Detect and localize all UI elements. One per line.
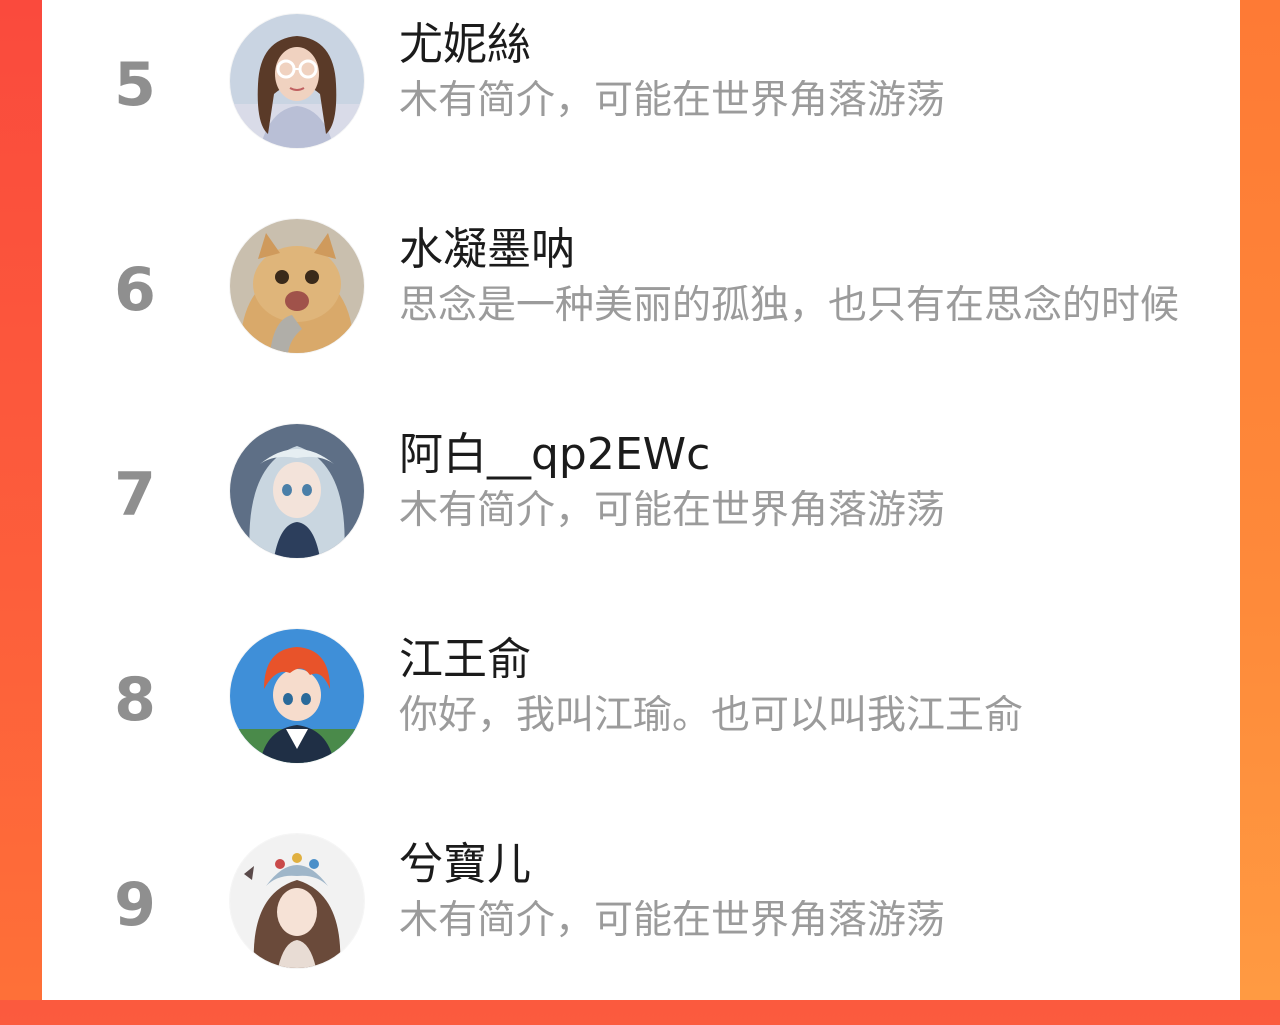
rank-number: 6: [114, 255, 156, 325]
leaderboard-row[interactable]: 7 阿白__qp2EWc 木有简介，可能在世界角落游荡: [42, 410, 1240, 615]
user-bio: 木有简介，可能在世界角落游荡: [399, 900, 946, 943]
orange-cat-avatar-icon[interactable]: [230, 219, 364, 353]
user-bio: 木有简介，可能在世界角落游荡: [399, 80, 946, 123]
leaderboard-row[interactable]: 9 兮寶儿 木有简介，可能在世界角落游荡: [42, 820, 1240, 1025]
user-name[interactable]: 江王俞: [399, 636, 531, 683]
leaderboard-panel: 5 尤妮絲 木有简介，可能在世界角落游荡 6 水凝墨呐 思念是一种美丽的孤独，也…: [42, 0, 1240, 1000]
user-name[interactable]: 阿白__qp2EWc: [399, 431, 710, 478]
user-bio: 木有简介，可能在世界角落游荡: [399, 490, 946, 533]
user-bio: 思念是一种美丽的孤独，也只有在思念的时候: [399, 285, 1179, 328]
rank-number: 8: [114, 665, 156, 735]
anime-boy-red-hair-avatar-icon[interactable]: [230, 629, 364, 763]
user-name[interactable]: 水凝墨呐: [399, 226, 575, 273]
rank-number: 5: [114, 50, 156, 120]
user-name[interactable]: 尤妮絲: [399, 21, 531, 68]
left-background-strip: [0, 0, 42, 1000]
girl-with-glasses-avatar-icon[interactable]: [230, 14, 364, 148]
leaderboard-row[interactable]: 5 尤妮絲 木有简介，可能在世界角落游荡: [42, 0, 1240, 205]
rank-number: 7: [114, 460, 156, 530]
leaderboard-row[interactable]: 8 江王俞 你好，我叫江瑜。也可以叫我江王俞: [42, 615, 1240, 820]
anime-girl-blue-hair-avatar-icon[interactable]: [230, 424, 364, 558]
user-bio: 你好，我叫江瑜。也可以叫我江王俞: [399, 695, 1024, 738]
leaderboard-row[interactable]: 6 水凝墨呐 思念是一种美丽的孤独，也只有在思念的时候: [42, 205, 1240, 410]
user-name[interactable]: 兮寶儿: [399, 841, 531, 888]
anime-girl-headdress-avatar-icon[interactable]: [230, 834, 364, 968]
rank-number: 9: [114, 870, 156, 940]
right-background-strip: [1240, 0, 1280, 1000]
